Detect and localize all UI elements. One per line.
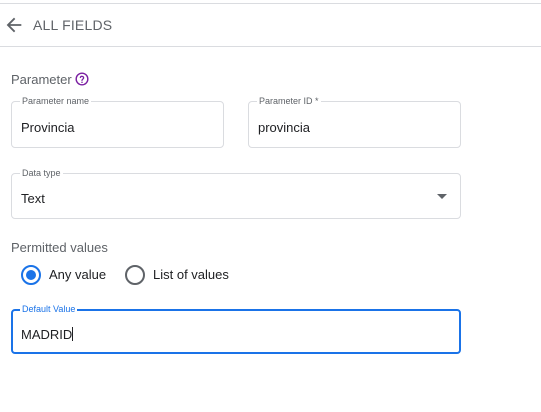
parameter-name-value: Provincia (21, 120, 75, 135)
list-of-values-radio[interactable] (125, 265, 145, 285)
list-of-values-label[interactable]: List of values (153, 267, 229, 282)
parameter-section-label: Parameter (11, 72, 72, 87)
parameter-id-field[interactable]: Parameter ID * provincia (248, 96, 461, 148)
any-value-radio[interactable] (21, 265, 41, 285)
parameter-id-label: Parameter ID * (257, 96, 321, 107)
parameter-name-field[interactable]: Parameter name Provincia (11, 96, 224, 148)
default-value-text: MADRID (21, 327, 74, 342)
dropdown-arrow-icon (437, 194, 447, 199)
back-to-all-fields-link[interactable]: ALL FIELDS (33, 17, 112, 33)
data-type-value: Text (21, 191, 45, 206)
default-value-input[interactable]: Default Value MADRID (11, 304, 461, 354)
parameter-id-value: provincia (258, 120, 311, 135)
header-divider (0, 46, 541, 47)
arrow-left-icon[interactable] (3, 14, 25, 36)
permitted-values-label: Permitted values (11, 240, 108, 255)
data-type-select[interactable]: Data type Text (11, 168, 461, 219)
text-caret (72, 327, 74, 341)
data-type-label: Data type (20, 168, 63, 179)
help-circle-icon[interactable] (75, 72, 89, 86)
default-value-value: MADRID (21, 327, 73, 342)
parameter-name-label: Parameter name (20, 96, 92, 107)
any-value-label[interactable]: Any value (49, 267, 106, 282)
default-value-label: Default Value (20, 304, 78, 315)
panel-header: ALL FIELDS (0, 4, 541, 46)
